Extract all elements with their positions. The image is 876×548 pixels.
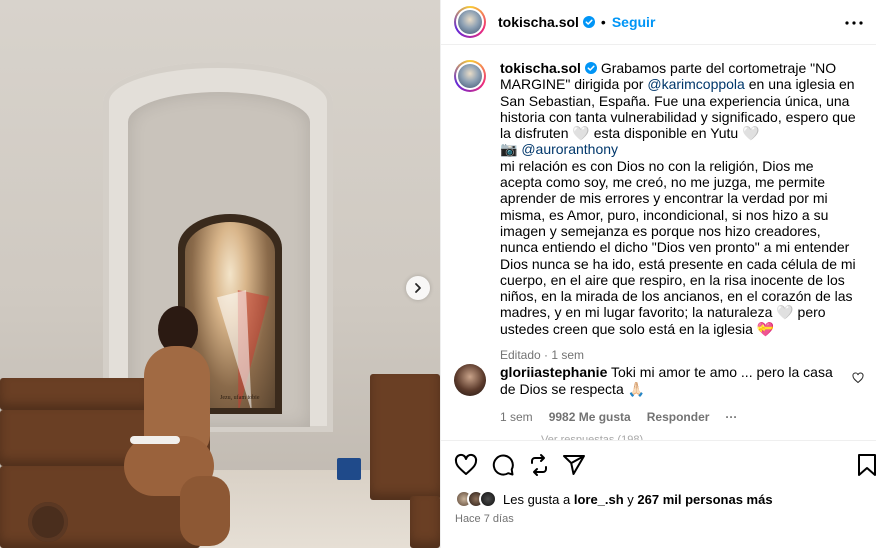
author-avatar[interactable] <box>454 6 486 38</box>
figure-leg <box>180 476 230 546</box>
bookmark-icon[interactable] <box>855 453 876 477</box>
post-header: tokischa.sol • Seguir <box>441 0 876 45</box>
comment-time: 1 sem <box>500 410 533 424</box>
author-username[interactable]: tokischa.sol <box>498 14 579 30</box>
comment-more-button[interactable]: ··· <box>725 410 737 424</box>
likes-text: Les gusta a lore_.sh y 267 mil personas … <box>503 492 773 507</box>
camera-emoji: 📷 <box>500 141 522 158</box>
verified-badge-icon <box>582 16 595 28</box>
next-media-button[interactable] <box>406 276 430 300</box>
post-media[interactable]: Jezu, ufam tobie <box>0 0 440 548</box>
follow-button[interactable]: Seguir <box>612 14 656 30</box>
comment-body: gloriiastephanie Toki mi amor te amo ...… <box>500 364 850 424</box>
caption-text: tokischa.sol Grabamos parte del cortomet… <box>500 60 857 363</box>
reply-button[interactable]: Responder <box>647 410 710 424</box>
mention-karimcoppola[interactable]: @karimcoppola <box>647 76 744 92</box>
likes-prefix: Les gusta a <box>503 491 574 507</box>
pew-right-front <box>410 496 440 548</box>
verified-badge-icon <box>584 62 597 74</box>
pew-medallion <box>28 502 68 542</box>
likes-middle: y <box>623 491 638 507</box>
comment-text: gloriiastephanie Toki mi amor te amo ...… <box>500 364 850 398</box>
comment-meta: 1 sem 9982 Me gusta Responder ··· <box>500 410 850 424</box>
likes-summary[interactable]: Les gusta a lore_.sh y 267 mil personas … <box>455 490 773 508</box>
person-figure <box>120 306 230 546</box>
more-options-button[interactable] <box>845 14 863 32</box>
liker-avatar <box>479 490 497 508</box>
share-icon[interactable] <box>562 453 586 477</box>
action-bar: Les gusta a lore_.sh y 267 mil personas … <box>441 440 876 548</box>
comment-icon[interactable] <box>491 453 515 477</box>
repost-icon[interactable] <box>527 453 551 477</box>
header-separator: • <box>600 14 606 30</box>
caption-avatar[interactable] <box>454 60 486 92</box>
heart-icon[interactable] <box>454 453 478 477</box>
figure-garment <box>130 436 180 444</box>
mention-auroranthony[interactable]: @auroranthony <box>521 141 618 157</box>
chevron-right-icon <box>415 283 421 293</box>
comments-section[interactable]: tokischa.sol Grabamos parte del cortomet… <box>441 46 876 440</box>
post-time: Hace 7 días <box>455 513 514 525</box>
post-panel: tokischa.sol • Seguir tokischa.sol Graba… <box>440 0 876 548</box>
commenter-avatar[interactable] <box>454 364 486 396</box>
comment-likes[interactable]: 9982 Me gusta <box>549 410 631 424</box>
pew-right <box>370 374 440 500</box>
more-horizontal-icon <box>845 21 863 25</box>
caption: tokischa.sol Grabamos parte del cortomet… <box>454 60 869 363</box>
comment-item: gloriiastephanie Toki mi amor te amo ...… <box>454 364 874 424</box>
blue-object <box>337 458 361 480</box>
caption-body-3: mi relación es con Dios no con la religi… <box>500 157 856 337</box>
likes-user[interactable]: lore_.sh <box>574 492 624 507</box>
commenter-username[interactable]: gloriiastephanie <box>500 364 607 380</box>
comment-heart-icon[interactable] <box>852 372 864 384</box>
caption-username[interactable]: tokischa.sol <box>500 60 581 76</box>
caption-meta: Editado · 1 sem <box>500 348 585 363</box>
action-icons <box>441 451 876 481</box>
likes-count[interactable]: 267 mil personas más <box>637 492 772 507</box>
